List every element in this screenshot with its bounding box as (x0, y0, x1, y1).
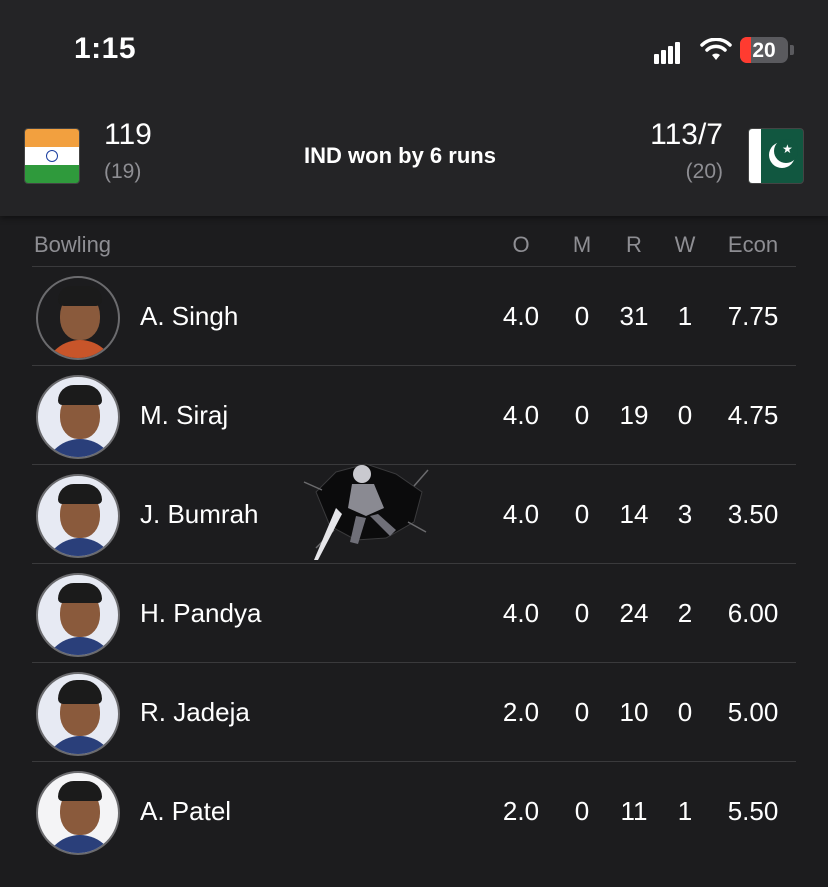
header-overs: O (512, 232, 530, 257)
bowling-table-header: Bowling O M R W Econ (32, 220, 796, 267)
bowler-overs: 4.0 (502, 499, 540, 529)
bowler-name: H. Pandya (140, 598, 262, 628)
bowler-overs: 4.0 (502, 598, 540, 628)
bowler-name: A. Singh (140, 301, 239, 331)
bowler-wickets: 1 (677, 796, 693, 826)
bowler-wickets: 0 (677, 400, 693, 430)
team-right-overs: (20) (685, 160, 723, 183)
bowler-overs: 2.0 (502, 697, 540, 727)
player-avatar (36, 573, 120, 657)
battery-level: 20 (752, 39, 776, 62)
battery-tip (790, 45, 794, 55)
pakistan-flag-icon[interactable]: ★ (748, 128, 804, 184)
bowler-runs: 10 (619, 697, 649, 727)
header-bowling: Bowling (34, 232, 112, 257)
bowler-maidens: 0 (574, 499, 590, 529)
bowler-runs: 11 (620, 796, 648, 826)
bowler-economy: 5.00 (727, 697, 779, 727)
bowler-row[interactable]: H. Pandya 4.0 0 24 2 6.00 (32, 564, 796, 663)
player-avatar (36, 474, 120, 558)
wifi-icon (700, 38, 732, 60)
bowler-maidens: 0 (574, 301, 590, 331)
player-avatar (36, 672, 120, 756)
bowler-runs: 31 (619, 301, 649, 331)
battery-icon: 20 (740, 37, 788, 63)
bowler-wickets: 3 (677, 499, 693, 529)
bowler-wickets: 0 (677, 697, 693, 727)
bowler-overs: 4.0 (502, 301, 540, 331)
score-header: 1:15 20 119 (19) IND won by 6 runs 113/7… (0, 0, 828, 216)
bowler-name: R. Jadeja (140, 697, 250, 727)
bowler-economy: 6.00 (727, 598, 779, 628)
bowler-economy: 3.50 (727, 499, 779, 529)
bowler-name: J. Bumrah (140, 499, 259, 529)
bowler-runs: 24 (619, 598, 649, 628)
bowler-name: M. Siraj (140, 400, 229, 430)
bowler-overs: 2.0 (502, 796, 540, 826)
bowler-maidens: 0 (574, 796, 590, 826)
bowler-name: A. Patel (140, 796, 232, 826)
bowler-overs: 4.0 (502, 400, 540, 430)
bowler-row[interactable]: A. Singh 4.0 0 31 1 7.75 (32, 267, 796, 366)
bowler-wickets: 2 (677, 598, 693, 628)
cellular-signal-icon (654, 42, 686, 64)
player-avatar (36, 276, 120, 360)
bowler-runs: 14 (619, 499, 649, 529)
header-runs: R (626, 232, 642, 257)
status-time: 1:15 (74, 32, 137, 65)
bowler-wickets: 1 (677, 301, 693, 331)
bowler-maidens: 0 (574, 400, 590, 430)
header-wickets: W (674, 232, 696, 257)
bowler-row[interactable]: A. Patel 2.0 0 11 1 5.50 (32, 762, 796, 861)
bowler-economy: 7.75 (727, 301, 779, 331)
header-maidens: M (572, 232, 592, 257)
bowler-runs: 19 (619, 400, 649, 430)
bowler-economy: 4.75 (727, 400, 779, 430)
bowler-row[interactable]: M. Siraj 4.0 0 19 0 4.75 (32, 366, 796, 465)
team-right-score: 113/7 (650, 118, 723, 151)
bowler-row[interactable]: R. Jadeja 2.0 0 10 0 5.00 (32, 663, 796, 762)
bowler-maidens: 0 (574, 697, 590, 727)
player-avatar (36, 375, 120, 459)
bowler-economy: 5.50 (727, 796, 779, 826)
bowler-maidens: 0 (574, 598, 590, 628)
anime-sticker-overlay (303, 463, 429, 560)
header-economy: Econ (727, 232, 779, 257)
player-avatar (36, 771, 120, 855)
